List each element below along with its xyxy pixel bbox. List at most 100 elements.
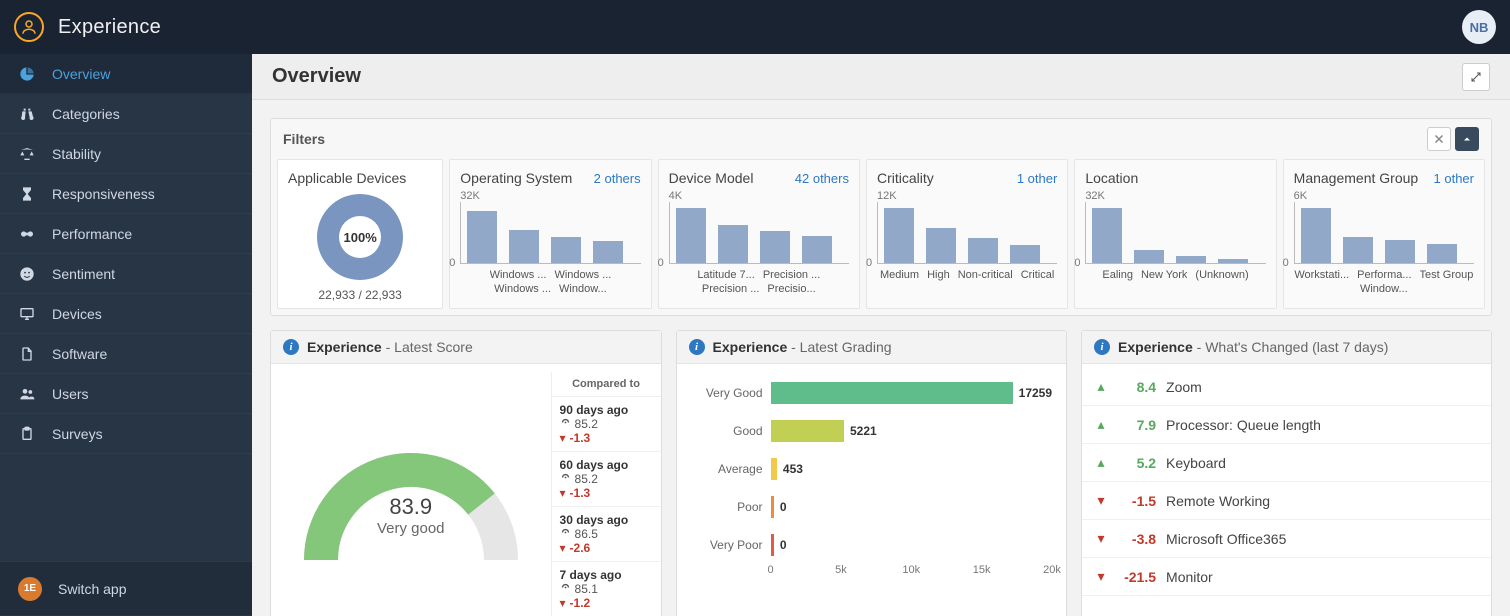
sidebar-item-label: Users bbox=[52, 386, 89, 402]
bar-label: Precision ... bbox=[763, 268, 820, 282]
compare-when: 30 days ago bbox=[560, 513, 653, 527]
chart-bar bbox=[1134, 250, 1164, 263]
content: Overview Filters bbox=[252, 54, 1510, 616]
sidebar-item-users[interactable]: Users bbox=[0, 374, 252, 414]
chart-bar bbox=[1385, 240, 1415, 263]
grading-value: 0 bbox=[780, 500, 787, 514]
grading-label: Very Poor bbox=[691, 538, 763, 552]
sidebar-item-surveys[interactable]: Surveys bbox=[0, 414, 252, 454]
change-value: 8.4 bbox=[1116, 379, 1156, 395]
sidebar-item-performance[interactable]: Performance bbox=[0, 214, 252, 254]
switch-app-button[interactable]: 1E Switch app bbox=[0, 562, 252, 616]
app-logo-icon bbox=[14, 12, 44, 42]
sidebar-item-label: Performance bbox=[52, 226, 132, 242]
filter-title: Management Group bbox=[1294, 170, 1419, 186]
grading-bar: 0 bbox=[771, 495, 1053, 519]
users-icon bbox=[18, 386, 36, 402]
gauge-icon bbox=[560, 527, 571, 541]
axis-tick: 5k bbox=[835, 564, 847, 576]
bar-label: Performa... bbox=[1357, 268, 1411, 282]
filter-others-link[interactable]: 1 other bbox=[1017, 171, 1057, 186]
sidebar-item-stability[interactable]: Stability bbox=[0, 134, 252, 174]
sidebar-item-software[interactable]: Software bbox=[0, 334, 252, 374]
filter-card[interactable]: Device Model42 others4K0Latitude 7...Pre… bbox=[658, 159, 860, 309]
sidebar-item-label: Surveys bbox=[52, 426, 103, 442]
file-icon bbox=[18, 346, 36, 362]
y-max-label: 4K bbox=[669, 190, 849, 202]
bar-label: New York bbox=[1141, 268, 1187, 282]
info-icon[interactable]: i bbox=[1094, 339, 1110, 355]
filter-card[interactable]: Management Group1 other6K0Workstati...Pe… bbox=[1283, 159, 1485, 309]
bar-label: Latitude 7... bbox=[697, 268, 755, 282]
filter-card[interactable]: Operating System2 others32K0Windows ...W… bbox=[449, 159, 651, 309]
chart-bar bbox=[467, 211, 497, 263]
filter-others-link[interactable]: 1 other bbox=[1434, 171, 1474, 186]
card-subtitle: - What's Changed (last 7 days) bbox=[1193, 339, 1389, 355]
filters-clear-button[interactable] bbox=[1427, 127, 1451, 151]
bar-label: Windows ... bbox=[494, 282, 551, 296]
card-subtitle: - Latest Grading bbox=[787, 339, 891, 355]
whats-changed-item[interactable]: ▾-21.5Monitor bbox=[1082, 558, 1491, 596]
grading-row: Very Poor0 bbox=[691, 526, 1053, 564]
compare-value: 86.5 bbox=[575, 527, 598, 541]
grading-label: Good bbox=[691, 424, 763, 438]
whats-changed-item[interactable]: ▴8.4Zoom bbox=[1082, 368, 1491, 406]
card-title: Experience bbox=[713, 339, 788, 355]
whats-changed-item[interactable]: ▴5.2Keyboard bbox=[1082, 444, 1491, 482]
filter-others-link[interactable]: 2 others bbox=[594, 171, 641, 186]
change-value: -3.8 bbox=[1116, 531, 1156, 547]
whats-changed-item[interactable]: ▾ -3.8 Microsoft Office365 bbox=[1082, 520, 1491, 558]
grading-value: 17259 bbox=[1019, 386, 1052, 400]
chart-bar bbox=[1427, 244, 1457, 263]
sidebar-item-categories[interactable]: Categories bbox=[0, 94, 252, 134]
chart-bar bbox=[926, 228, 956, 263]
sidebar-item-sentiment[interactable]: Sentiment bbox=[0, 254, 252, 294]
card-title: Experience bbox=[1118, 339, 1193, 355]
y-max-label: 32K bbox=[460, 190, 640, 202]
whats-changed-item[interactable]: ▾-1.5Remote Working bbox=[1082, 482, 1491, 520]
grading-bar: 5221 bbox=[771, 419, 1053, 443]
info-icon[interactable]: i bbox=[689, 339, 705, 355]
expand-button[interactable] bbox=[1462, 63, 1490, 91]
user-avatar[interactable]: NB bbox=[1462, 10, 1496, 44]
filter-card[interactable]: Criticality1 other12K0MediumHighNon-crit… bbox=[866, 159, 1068, 309]
change-name: Microsoft Office365 bbox=[1166, 531, 1286, 547]
trend-down-icon: ▾ bbox=[1096, 530, 1106, 547]
compare-value: 85.2 bbox=[575, 472, 598, 486]
bar-label: Workstati... bbox=[1294, 268, 1349, 282]
change-value: 5.2 bbox=[1116, 455, 1156, 471]
bar-label: Critical bbox=[1021, 268, 1055, 282]
bar-label: Medium bbox=[880, 268, 919, 282]
sidebar-item-label: Responsiveness bbox=[52, 186, 155, 202]
y-max-label: 6K bbox=[1294, 190, 1474, 202]
whats-changed-item[interactable]: ▴7.9Processor: Queue length bbox=[1082, 406, 1491, 444]
mini-bar-chart: 0 bbox=[669, 202, 849, 264]
card-latest-grading: i Experience - Latest Grading Very Good1… bbox=[676, 330, 1068, 616]
y-zero-label: 0 bbox=[1074, 257, 1080, 269]
filter-card-applicable[interactable]: Applicable Devices 100% 22,933 / 22,933 bbox=[277, 159, 443, 309]
filter-card[interactable]: Location32K0EalingNew York(Unknown) bbox=[1074, 159, 1276, 309]
gauge-icon bbox=[18, 226, 36, 242]
chart-bar bbox=[718, 225, 748, 264]
compare-when: 60 days ago bbox=[560, 458, 653, 472]
filter-title: Criticality bbox=[877, 170, 934, 186]
compare-item: 60 days ago85.2▾-1.3 bbox=[552, 452, 661, 507]
filter-others-link[interactable]: 42 others bbox=[795, 171, 849, 186]
compare-value: 85.2 bbox=[575, 417, 598, 431]
sidebar-item-responsiveness[interactable]: Responsiveness bbox=[0, 174, 252, 214]
grading-row: Average453 bbox=[691, 450, 1053, 488]
sidebar-item-devices[interactable]: Devices bbox=[0, 294, 252, 334]
info-icon[interactable]: i bbox=[283, 339, 299, 355]
filters-collapse-button[interactable] bbox=[1455, 127, 1479, 151]
mini-bar-chart: 0 bbox=[1085, 202, 1265, 264]
chart-bar bbox=[1092, 208, 1122, 263]
compare-delta: -2.6 bbox=[570, 541, 591, 555]
sidebar-item-label: Categories bbox=[52, 106, 120, 122]
page-header: Overview bbox=[252, 54, 1510, 100]
card-title: Experience bbox=[307, 339, 382, 355]
sidebar-item-label: Software bbox=[52, 346, 107, 362]
card-subtitle: - Latest Score bbox=[382, 339, 473, 355]
caret-down-icon: ▾ bbox=[560, 486, 566, 500]
hourglass-icon bbox=[18, 186, 36, 202]
sidebar-item-overview[interactable]: Overview bbox=[0, 54, 252, 94]
